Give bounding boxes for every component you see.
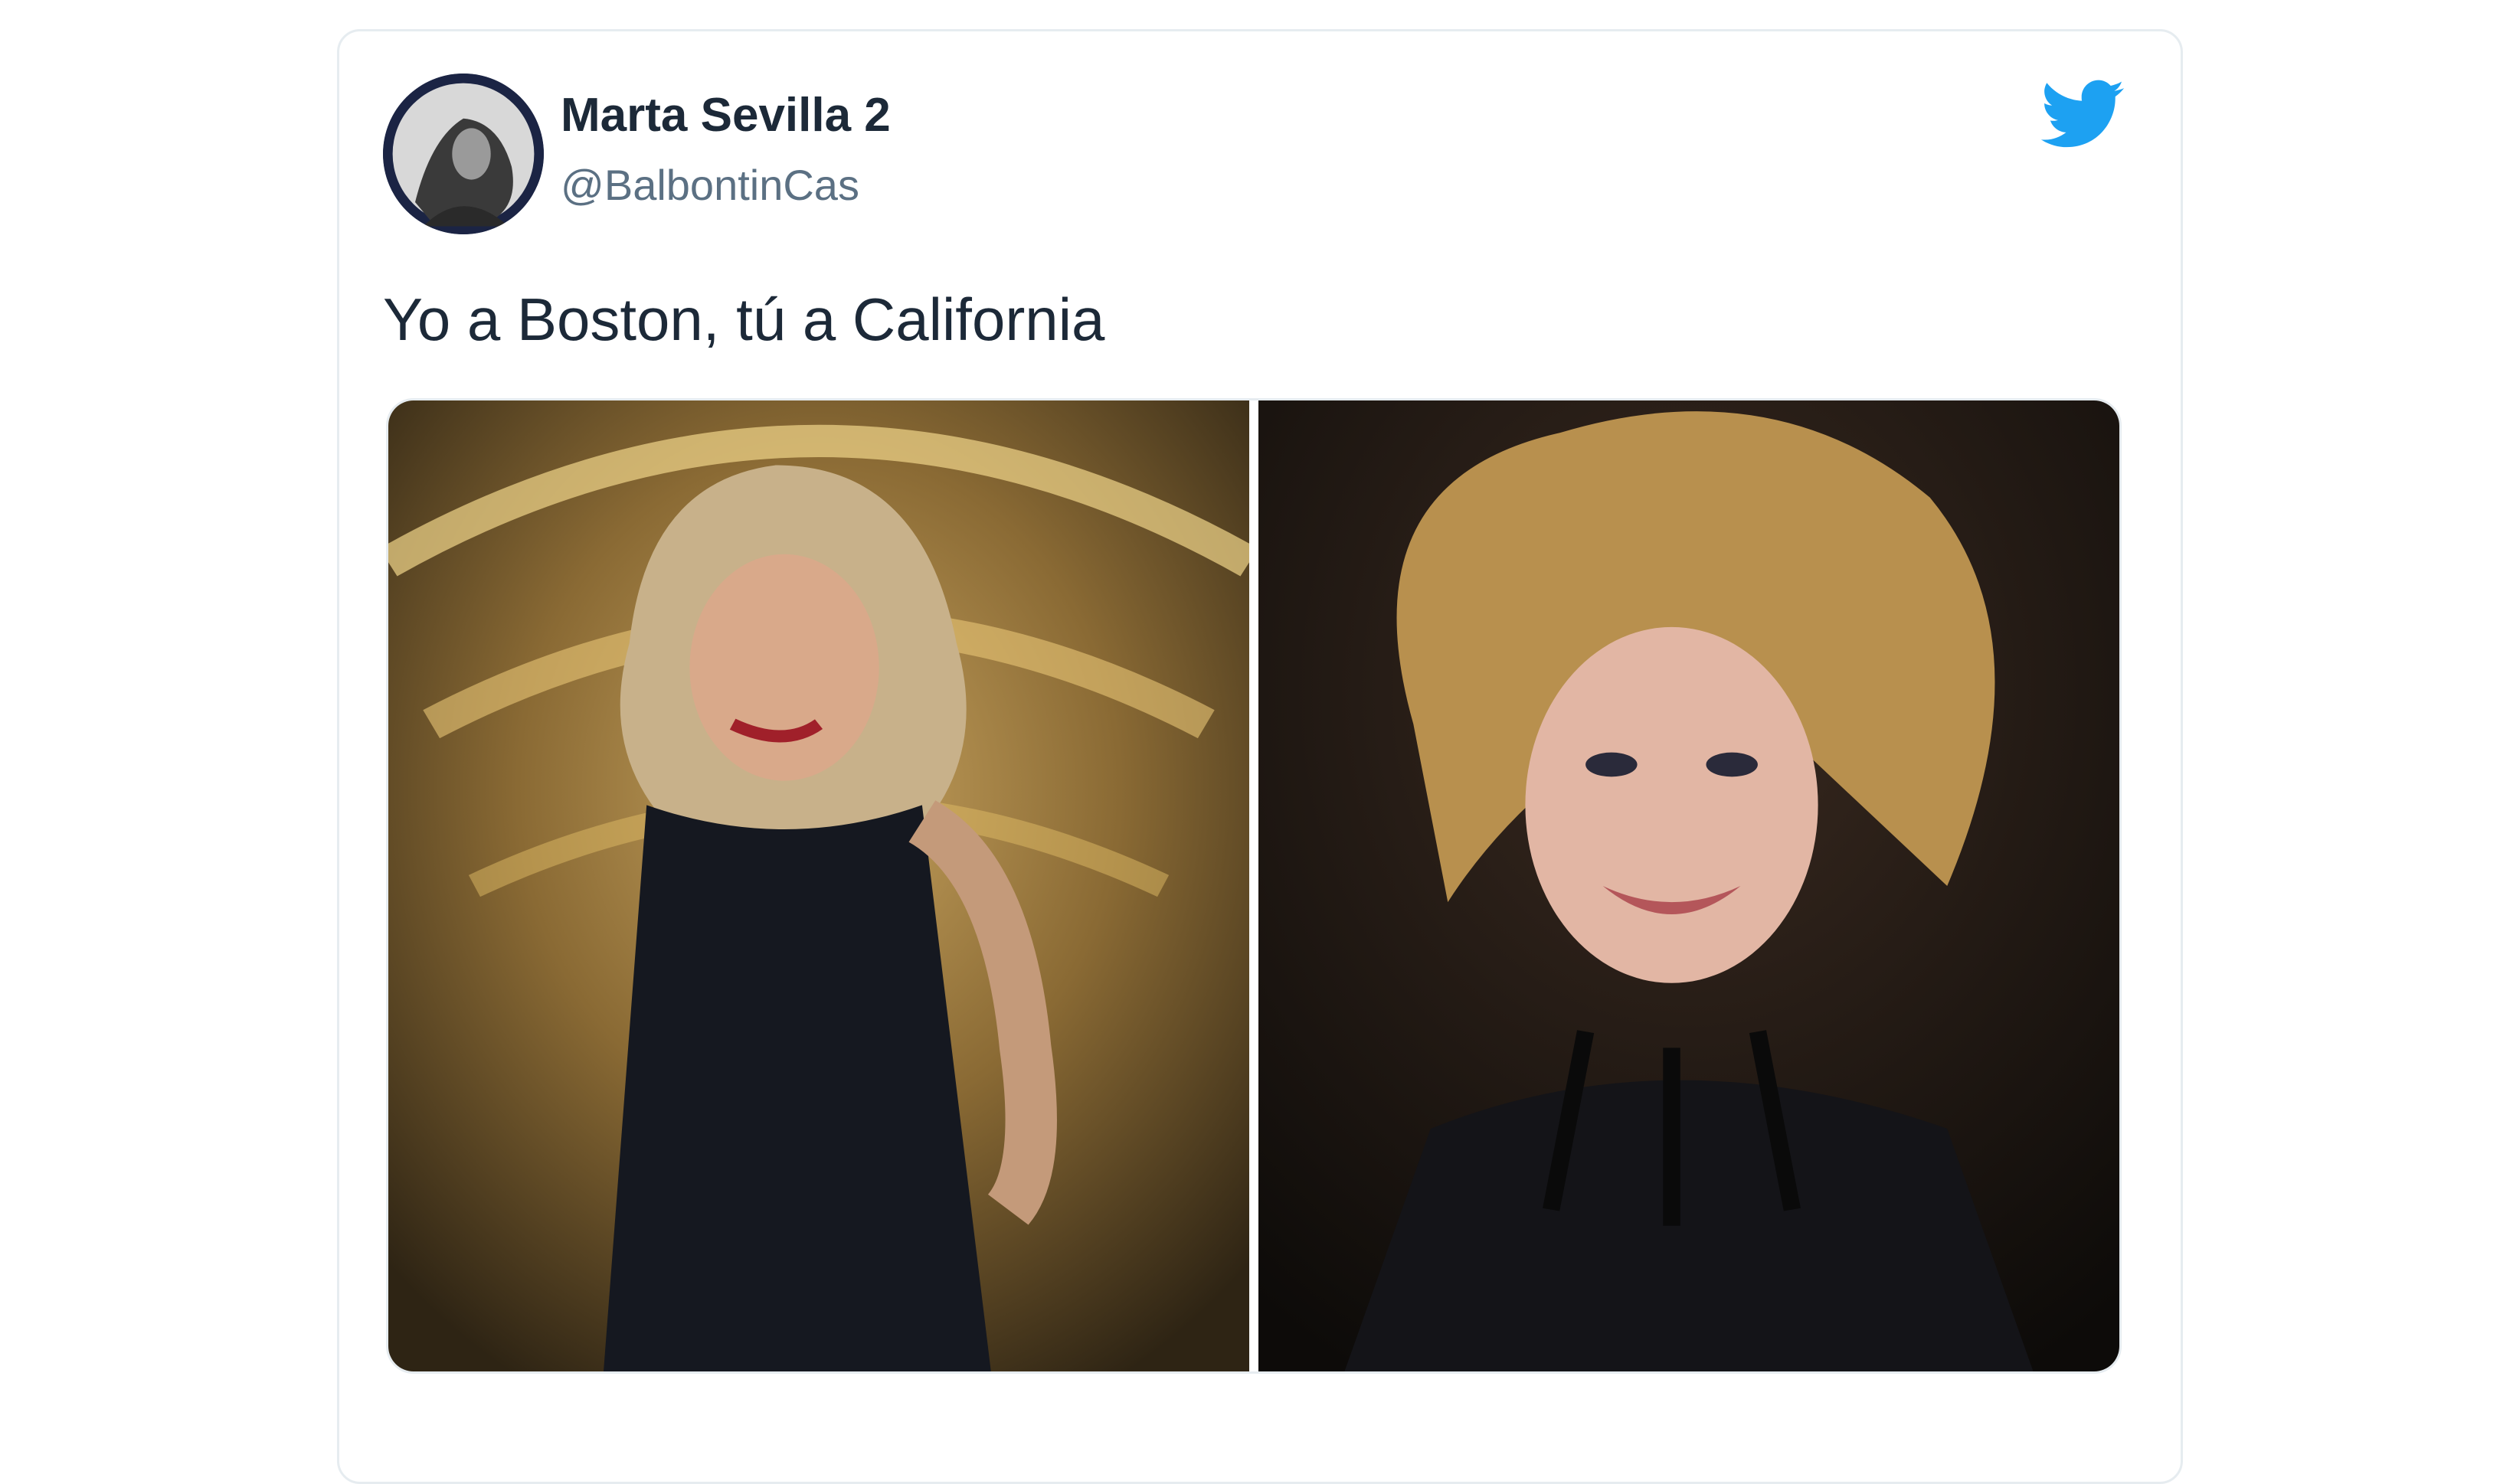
author-handle[interactable]: @BalbontinCas bbox=[561, 164, 859, 207]
portrait-photo-left-icon bbox=[388, 400, 1249, 1371]
media-photo-right[interactable] bbox=[1258, 400, 2119, 1371]
media-photo-left[interactable] bbox=[388, 400, 1249, 1371]
profile-photo-icon bbox=[383, 74, 544, 234]
author-avatar[interactable] bbox=[383, 74, 544, 234]
portrait-photo-right-icon bbox=[1258, 400, 2119, 1371]
tweet-text: Yo a Boston, tú a California bbox=[383, 286, 1105, 353]
twitter-bird-icon[interactable] bbox=[2040, 77, 2125, 153]
author-display-name[interactable]: Marta Sevilla 2 bbox=[561, 92, 891, 139]
tweet-media-grid[interactable] bbox=[386, 398, 2122, 1374]
